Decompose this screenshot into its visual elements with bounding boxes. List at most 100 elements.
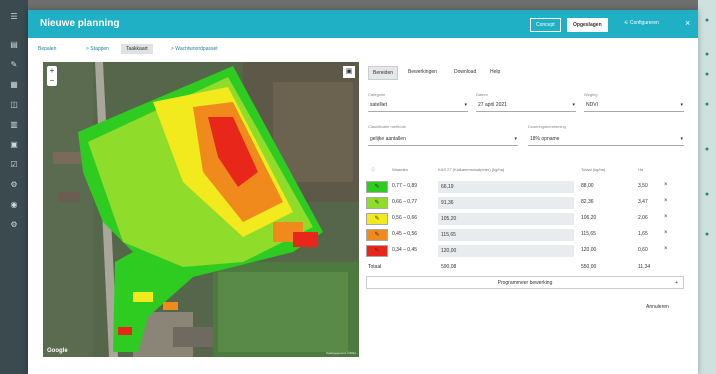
weighting-label: Weging xyxy=(584,92,598,97)
total-value: 106,20 xyxy=(581,215,597,221)
delete-icon[interactable]: × xyxy=(664,182,668,188)
google-logo: Google xyxy=(47,348,68,354)
totals-row: Totaal 590,08 550,00 11,34 xyxy=(366,264,684,274)
table-row: ✎ 0,34 – 0,45 120,00 120,00 0,60 × xyxy=(366,244,684,258)
dose-input[interactable]: 120,00 xyxy=(438,245,574,257)
header-ha: Ha xyxy=(638,167,644,172)
fullscreen-icon[interactable]: ▣ xyxy=(343,66,355,78)
date-select[interactable]: 27 april 2021 ▾ xyxy=(476,100,576,112)
chart-icon[interactable]: ▥ xyxy=(9,120,19,130)
header-dose: KAS 27 (Kalkammonsalpeter) (kg/ha) xyxy=(438,167,505,172)
user-icon[interactable]: ● xyxy=(702,16,712,26)
concept-button[interactable]: Concept xyxy=(530,18,561,32)
configure-button[interactable]: ⚟ Configureren xyxy=(624,20,659,26)
task-icon[interactable]: ☑ xyxy=(9,160,19,170)
ha-value: 3,50 xyxy=(638,183,648,189)
modal-header: Nieuwe planning Concept Opgeslagen ⚟ Con… xyxy=(28,10,698,38)
cancel-button[interactable]: Annuleren xyxy=(646,304,669,310)
category-select[interactable]: satelliet ▾ xyxy=(368,100,468,112)
pencil-icon: ✎ xyxy=(374,184,380,190)
notification-icon[interactable]: ● xyxy=(702,145,712,155)
info-icon[interactable]: ⓘ xyxy=(371,167,375,175)
step-wachtwoordpasset[interactable]: > Wachtwoordpasset xyxy=(171,44,218,54)
step-stappen[interactable]: > Stappen xyxy=(86,44,109,54)
color-swatch[interactable]: ✎ xyxy=(366,181,388,193)
edit-icon[interactable]: ✎ xyxy=(9,60,19,70)
right-sidebar: ● ● ● ● ● ● ● xyxy=(698,0,716,374)
notification-icon[interactable]: ● xyxy=(702,190,712,200)
dosage-select[interactable]: 18% opname ▾ xyxy=(528,134,684,146)
notification-icon[interactable]: ● xyxy=(702,230,712,240)
dosage-value: 18% opname xyxy=(530,136,560,142)
tractor-icon[interactable]: ⚙ xyxy=(9,180,19,190)
chevron-down-icon: ▾ xyxy=(464,102,467,108)
dose-input[interactable]: 115,65 xyxy=(438,229,574,241)
color-swatch[interactable]: ✎ xyxy=(366,197,388,209)
notification-icon[interactable]: ● xyxy=(702,70,712,80)
dose-input[interactable]: 66,19 xyxy=(438,181,574,193)
program-label: Programmeer bewerking xyxy=(497,280,553,286)
table-row: ✎ 0,66 – 0,77 91,36 82,36 3,47 × xyxy=(366,196,684,210)
header-total: Totaal (kg/ha) xyxy=(581,167,606,172)
weighting-select[interactable]: NDVI ▾ xyxy=(584,100,684,112)
date-value: 27 april 2021 xyxy=(478,102,507,108)
ha-value: 0,60 xyxy=(638,247,648,253)
delete-icon[interactable]: × xyxy=(664,246,668,252)
totals-dose: 590,08 xyxy=(441,264,457,270)
notification-icon[interactable]: ● xyxy=(702,50,712,60)
program-operation-button[interactable]: Programmeer bewerking + xyxy=(366,276,684,289)
header-values: Waarden xyxy=(392,167,409,172)
weighting-value: NDVI xyxy=(586,102,598,108)
total-value: 82,36 xyxy=(581,199,594,205)
map-attribution: Kaartgegevens ©2021 xyxy=(326,351,356,355)
totals-total: 550,00 xyxy=(581,264,597,270)
total-value: 115,65 xyxy=(581,231,596,237)
chevron-down-icon: ▾ xyxy=(572,102,575,108)
tab-bewerkingen[interactable]: Bewerkingen xyxy=(404,66,441,78)
pencil-icon: ✎ xyxy=(374,232,380,238)
delete-icon[interactable]: × xyxy=(664,198,668,204)
notification-icon[interactable]: ● xyxy=(702,100,712,110)
color-swatch[interactable]: ✎ xyxy=(366,229,388,241)
zoom-out-button[interactable]: − xyxy=(47,76,57,86)
tab-download[interactable]: Download xyxy=(450,66,480,78)
dosage-label: Doseringsberekening xyxy=(528,124,566,129)
total-value: 88,00 xyxy=(581,183,594,189)
configure-label: Configureren xyxy=(629,20,659,26)
calendar-icon[interactable]: ▣ xyxy=(9,140,19,150)
menu-icon[interactable]: ☰ xyxy=(9,12,19,22)
dose-input[interactable]: 91,36 xyxy=(438,197,574,209)
category-label: Categorie xyxy=(368,92,386,97)
map-icon[interactable]: ◫ xyxy=(9,100,19,110)
satellite-map-canvas xyxy=(43,62,359,357)
close-icon[interactable]: × xyxy=(685,18,690,28)
classification-label: Classificatie methode xyxy=(368,124,407,129)
tab-help[interactable]: Help xyxy=(486,66,504,78)
saved-button[interactable]: Opgeslagen xyxy=(567,18,608,32)
dashboard-icon[interactable]: ▤ xyxy=(9,40,19,50)
chevron-down-icon: ▾ xyxy=(680,136,683,142)
dose-input[interactable]: 105,20 xyxy=(438,213,574,225)
color-swatch[interactable]: ✎ xyxy=(366,245,388,257)
range-value: 0,56 – 0,66 xyxy=(392,215,418,221)
total-value: 120,00 xyxy=(581,247,597,253)
chevron-down-icon: ▾ xyxy=(514,136,517,142)
delete-icon[interactable]: × xyxy=(664,230,668,236)
layers-icon[interactable]: ▦ xyxy=(9,80,19,90)
planning-modal: Nieuwe planning Concept Opgeslagen ⚟ Con… xyxy=(28,10,698,374)
date-label: Datum xyxy=(476,92,488,97)
color-swatch[interactable]: ✎ xyxy=(366,213,388,225)
ha-value: 2,06 xyxy=(638,215,648,221)
totals-ha: 11,34 xyxy=(638,264,651,270)
step-taakkaart[interactable]: Taakkaart xyxy=(121,44,153,54)
table-row: ✎ 0,77 – 0,89 66,19 88,00 3,50 × xyxy=(366,180,684,194)
delete-icon[interactable]: × xyxy=(664,214,668,220)
step-bepalen[interactable]: Bepalen xyxy=(38,44,56,54)
field-map[interactable]: + − ▣ Google Kaartgegevens ©2021 xyxy=(43,62,359,357)
zoom-in-button[interactable]: + xyxy=(47,66,57,76)
location-icon[interactable]: ◉ xyxy=(9,200,19,210)
pencil-icon: ✎ xyxy=(374,200,380,206)
tab-bereiden[interactable]: Bereiden xyxy=(368,66,399,80)
classification-select[interactable]: gelijke aantallen ▾ xyxy=(368,134,518,146)
settings-icon[interactable]: ⚙ xyxy=(9,220,19,230)
